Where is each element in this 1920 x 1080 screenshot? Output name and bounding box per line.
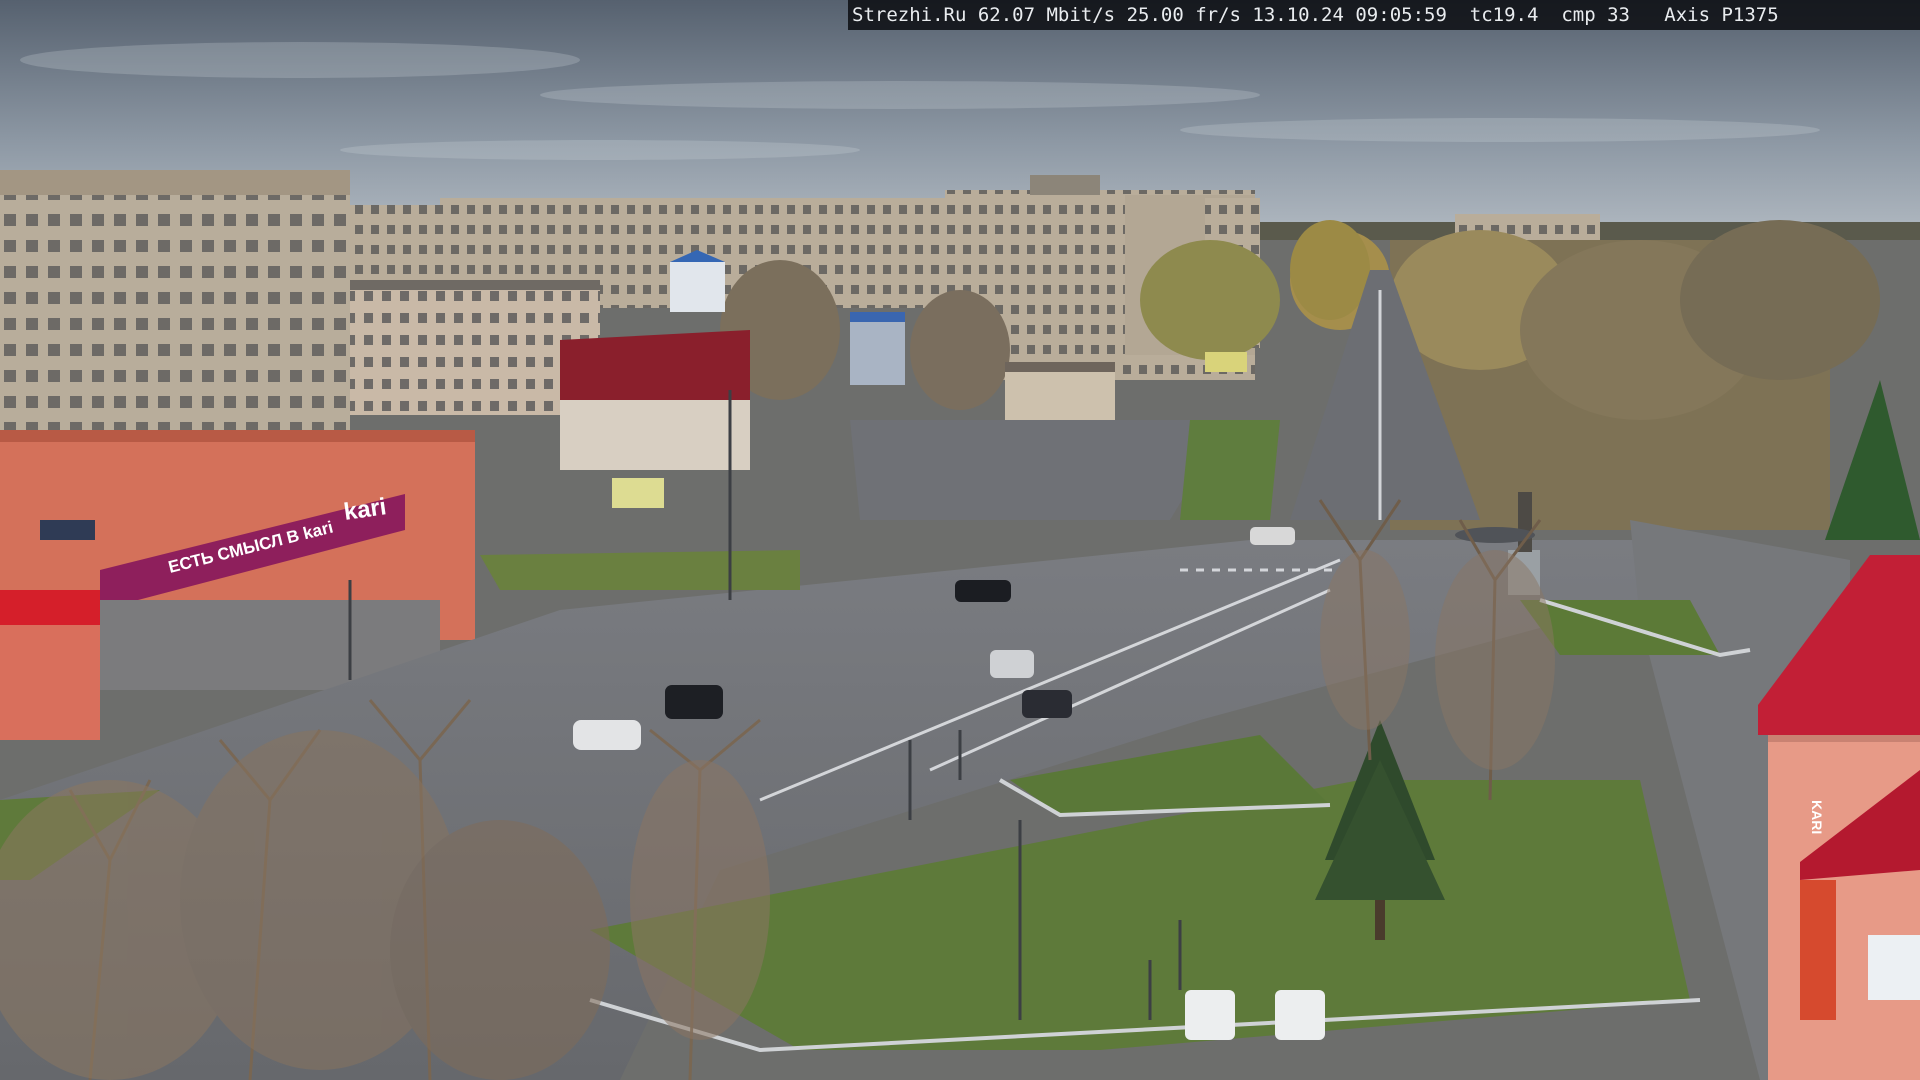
- overlay-framerate: 25.00 fr/s: [1126, 4, 1241, 26]
- overlay-cmp: cmp 33: [1561, 4, 1630, 26]
- webcam-frame: ЕСТЬ СМЫСЛ В kari kari KARI Strezhi.Ru 6…: [0, 0, 1920, 1080]
- car: [1185, 990, 1235, 1040]
- billboard: [1205, 352, 1247, 372]
- overlay-bitrate: 62.07 Mbit/s: [977, 4, 1116, 26]
- plaza-asphalt: [850, 420, 1230, 520]
- overlay-site: Strezhi.Ru: [852, 4, 967, 26]
- car: [990, 650, 1034, 678]
- overlay-tc: tc19.4: [1469, 4, 1539, 26]
- car: [1250, 527, 1295, 545]
- overlay-camera: Axis P1375: [1664, 4, 1779, 26]
- shop-sign: [612, 478, 664, 508]
- street-scene: ЕСТЬ СМЫСЛ В kari kari KARI: [0, 0, 1920, 1080]
- car: [573, 720, 641, 750]
- car: [1275, 990, 1325, 1040]
- car: [665, 685, 723, 719]
- car: [1022, 690, 1072, 718]
- car: [955, 580, 1011, 602]
- tower-brand-mark: KARI: [1809, 800, 1825, 834]
- camera-overlay: Strezhi.Ru 62.07 Mbit/s 25.00 fr/s 13.10…: [848, 0, 1920, 30]
- overlay-datetime: 13.10.24 09:05:59: [1252, 4, 1447, 26]
